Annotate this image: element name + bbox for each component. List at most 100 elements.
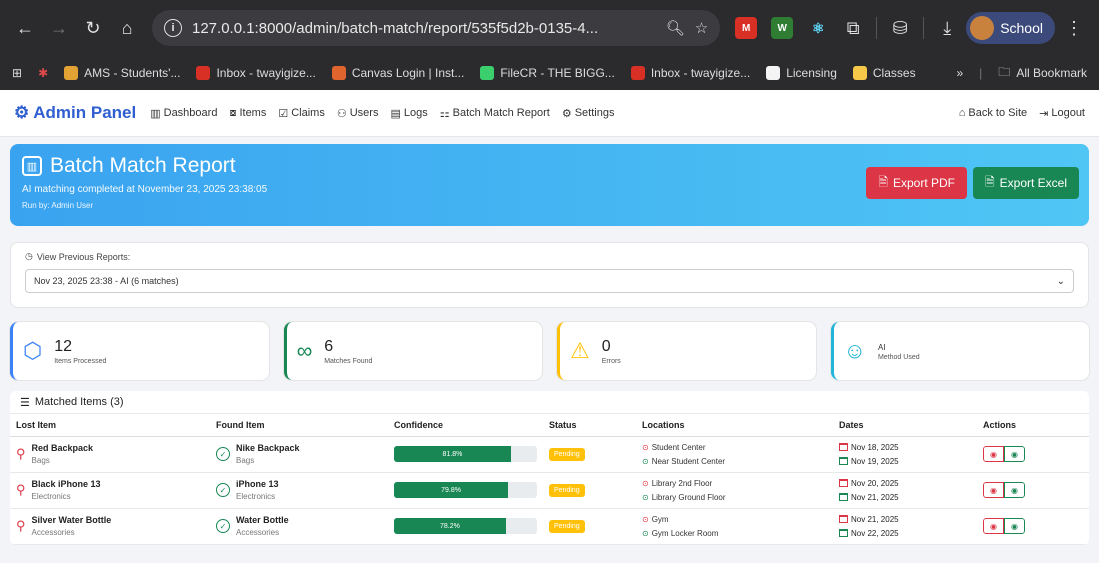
previous-reports-select[interactable]: Nov 23, 2025 23:38 - AI (6 matches) ⌄ (25, 269, 1074, 293)
back-arrow-icon[interactable]: ← (10, 13, 40, 43)
bookmark-item[interactable]: Inbox - twayigize... (630, 66, 750, 80)
nav-item-claims[interactable]: ☑ Claims (278, 107, 325, 120)
chevron-down-icon: ⌄ (1056, 275, 1065, 287)
extension-icon[interactable]: M (735, 17, 758, 39)
lost-date: Nov 21, 2025 (839, 515, 971, 524)
bookmark-item[interactable]: FileCR - THE BIGG... (480, 66, 615, 80)
found-item-name: Nike Backpack (236, 443, 300, 453)
extension-icon[interactable]: W (771, 17, 794, 39)
found-item-name: Water Bottle (236, 515, 289, 525)
reload-icon[interactable]: ↻ (78, 13, 108, 43)
settings-gear-icon: ⚙ (14, 103, 30, 122)
nav-item-users[interactable]: ⚇ Users (337, 107, 379, 120)
nav-item-items[interactable]: ⧇ Items (229, 107, 266, 120)
bookmark-item[interactable]: Inbox - twayigize... (196, 66, 316, 80)
export-excel-button[interactable]: 🗎 Export Excel (972, 167, 1079, 199)
locations-cell: ⊙ Gym ⊙ Gym Locker Room (636, 508, 833, 545)
view-lost-eye-icon[interactable]: ◉ (983, 518, 1004, 534)
found-date: Nov 19, 2025 (839, 457, 971, 466)
stat-matches-found: ∞ 6 Matches Found (283, 322, 542, 380)
nav-item-dashboard[interactable]: ▥ Dashboard (150, 107, 217, 120)
brand[interactable]: ⚙ Admin Panel (14, 103, 136, 123)
matched-items-heading: ☰ Matched Items (3) (10, 391, 1089, 414)
extensions-puzzle-icon[interactable]: ⧉ (838, 13, 868, 43)
tab-search-icon[interactable]: ⛁ (885, 13, 915, 43)
found-item-cell: ✓ iPhone 13 Electronics (210, 472, 388, 509)
gear-icon: ⚙ (561, 107, 572, 120)
react-extension-icon[interactable]: ⚛ (807, 17, 829, 39)
bookmarks-divider: | (979, 66, 983, 80)
zoom-icon[interactable]: 🔍︎ (666, 19, 685, 37)
gmail-favicon (630, 66, 645, 80)
check-circle-icon: ✓ (216, 447, 230, 461)
url-text[interactable]: 127.0.0.1:8000/admin/batch-match/report/… (192, 20, 656, 37)
bookmark-item[interactable]: Classes (852, 66, 916, 80)
lost-item-category: Accessories (31, 528, 75, 537)
lost-item-category: Bags (31, 456, 50, 465)
actions-cell: ◉ ◉ (977, 436, 1089, 473)
stat-items-processed: ⬡ 12 Items Processed (10, 322, 269, 380)
view-found-eye-icon[interactable]: ◉ (1004, 482, 1025, 498)
toolbar-divider (876, 17, 878, 39)
status-badge: Pending (549, 483, 585, 497)
table-header-row: Lost Item Found Item Confidence Status L… (10, 414, 1089, 437)
robot-icon: ☺ (843, 338, 866, 363)
all-bookmarks[interactable]: 🗀 All Bookmark (998, 63, 1087, 84)
view-found-eye-icon[interactable]: ◉ (1004, 446, 1025, 462)
map-pin-icon: ⊙ (642, 456, 649, 466)
back-to-site-link[interactable]: ⌂ Back to Site (959, 107, 1027, 120)
menu-dots-icon[interactable]: ⋮ (1059, 13, 1089, 43)
nav-item-logs[interactable]: ▤ Logs (390, 107, 427, 120)
export-pdf-button[interactable]: 🗎 Export PDF (866, 167, 967, 199)
admin-navbar: ⚙ Admin Panel ▥ Dashboard ⧇ Items ☑ Claims ⚇… (0, 90, 1099, 137)
confidence-fill: 78.2% (394, 518, 506, 534)
profile-button[interactable]: School (966, 12, 1055, 44)
logout-link[interactable]: ⇥ Logout (1039, 107, 1085, 120)
column-header: Found Item (210, 414, 388, 437)
calendar-icon (839, 493, 848, 501)
report-header: ▥ Batch Match Report AI matching complete… (10, 144, 1089, 226)
download-icon[interactable]: ⤓ (932, 13, 962, 43)
report-subtitle: AI matching completed at November 23, 20… (22, 184, 268, 195)
actions-cell: ◉ ◉ (977, 472, 1089, 509)
lost-item-cell: ⚲ Red Backpack Bags (10, 436, 210, 473)
nav-menu: ▥ Dashboard ⧇ Items ☑ Claims ⚇ Users ▤ Logs ⚏… (150, 107, 614, 120)
bookmark-item[interactable]: Licensing (766, 66, 837, 80)
browser-chrome: ← → ↻ ⌂ i 127.0.0.1:8000/admin/batch-mat… (0, 0, 1099, 90)
licensing-favicon (766, 66, 781, 80)
history-icon: ◷ (25, 251, 33, 261)
dates-cell: Nov 21, 2025 Nov 22, 2025 (833, 508, 977, 545)
warning-icon: ⚠ (570, 338, 590, 363)
site-info-icon[interactable]: i (164, 19, 182, 37)
bookmark-item[interactable]: Canvas Login | Inst... (331, 66, 464, 80)
search-icon: ⚲ (16, 518, 26, 533)
address-bar[interactable]: i 127.0.0.1:8000/admin/batch-match/repor… (152, 10, 721, 46)
nav-item-settings[interactable]: ⚙ Settings (562, 107, 615, 120)
check-circle-icon: ✓ (216, 519, 230, 533)
view-lost-eye-icon[interactable]: ◉ (983, 482, 1004, 498)
bookmark-item[interactable]: AMS - Students'... (64, 66, 180, 80)
gmail-favicon (196, 66, 211, 80)
map-pin-icon: ⊙ (642, 492, 649, 502)
view-lost-eye-icon[interactable]: ◉ (983, 446, 1004, 462)
classes-favicon (852, 66, 867, 80)
found-item-category: Electronics (236, 492, 276, 501)
status-cell: Pending (543, 472, 636, 509)
found-item-category: Bags (236, 456, 255, 465)
chevron-right-icon[interactable]: » (956, 66, 963, 80)
nav-item-batch-match-report[interactable]: ⚏ Batch Match Report (440, 107, 550, 120)
confidence-bar: 78.2% (394, 518, 537, 534)
forward-arrow-icon[interactable]: → (44, 13, 74, 43)
table-row: ⚲ Silver Water Bottle Accessories ✓ Water Bo… (10, 508, 1089, 545)
bar-chart-icon: ▥ (150, 107, 161, 120)
calendar-icon (839, 515, 848, 523)
calendar-icon (839, 529, 848, 537)
view-found-eye-icon[interactable]: ◉ (1004, 518, 1025, 534)
home-icon[interactable]: ⌂ (112, 13, 142, 43)
bookmark-star-icon[interactable]: ☆ (695, 19, 708, 37)
lost-location: ⊙ Gym (642, 514, 669, 524)
search-icon: ⚲ (16, 482, 26, 497)
pinwheel-icon[interactable]: ✱ (38, 66, 48, 80)
apps-grid-icon[interactable]: ⊞ (12, 66, 22, 80)
logout-icon: ⇥ (1039, 107, 1049, 120)
